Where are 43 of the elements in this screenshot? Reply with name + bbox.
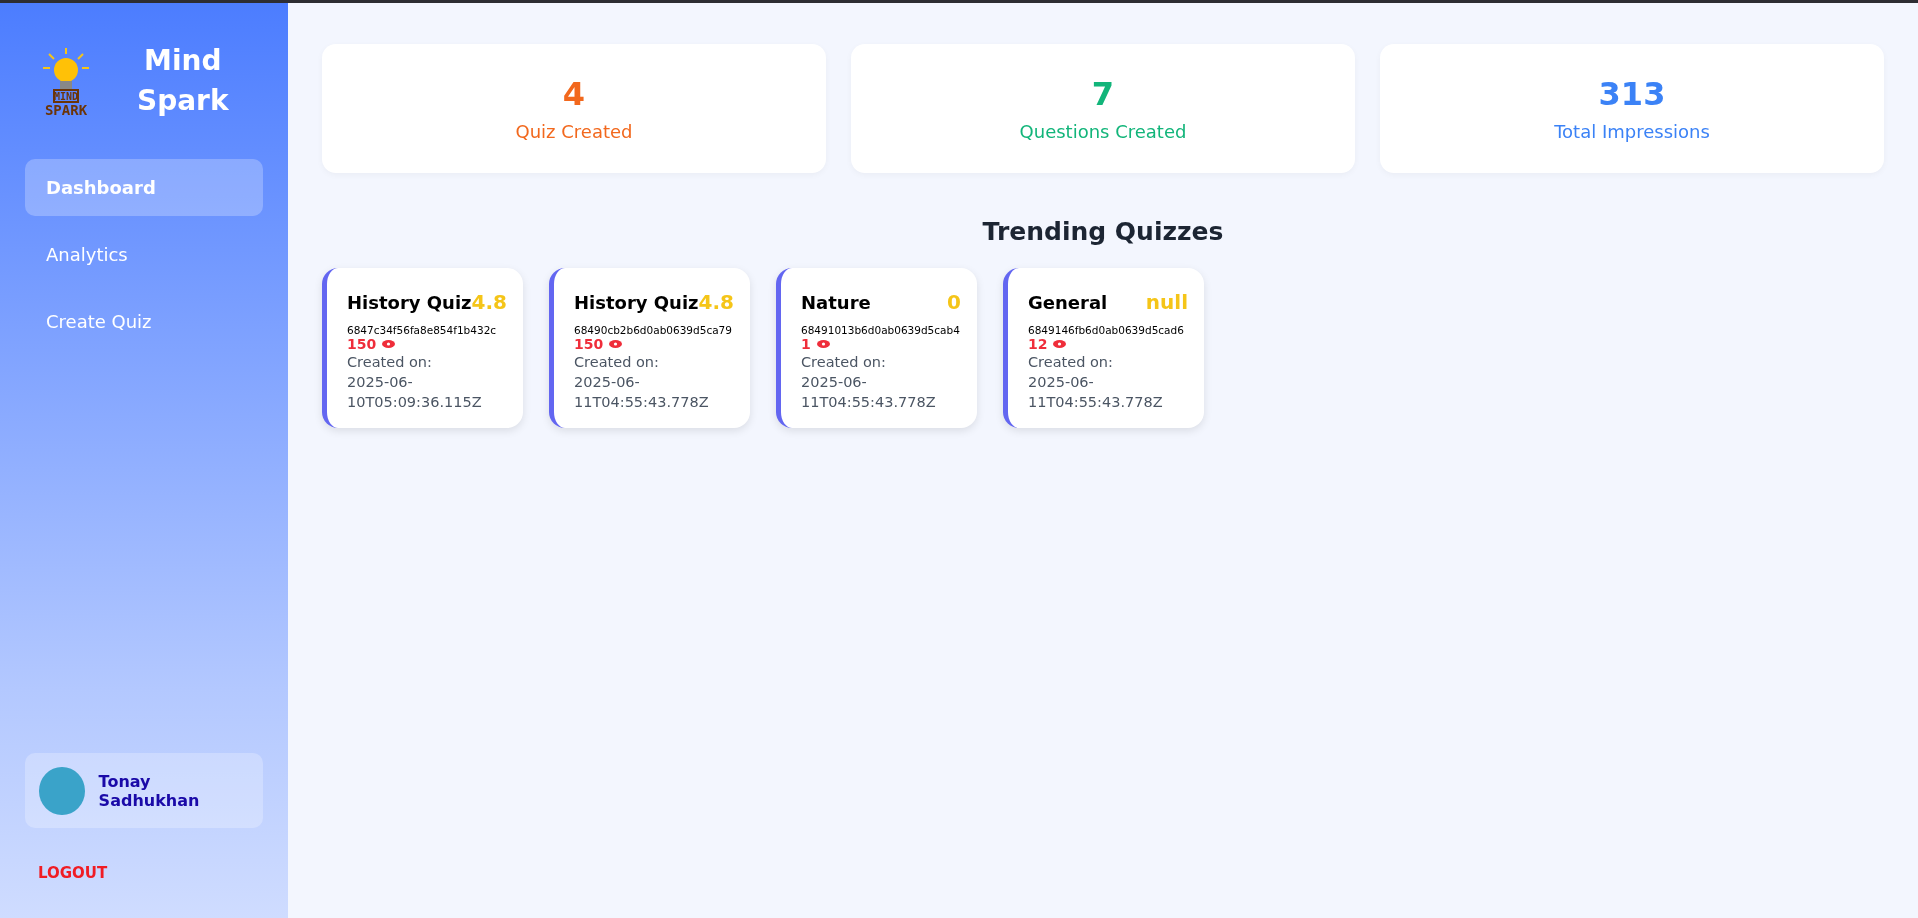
stat-label: Questions Created (1019, 121, 1187, 142)
quiz-name: History Quiz (574, 291, 699, 313)
view-count: 150 (347, 336, 377, 352)
quiz-rating: 4.8 (471, 290, 507, 314)
created-label: Created on: (801, 353, 887, 372)
eye-icon (1053, 340, 1067, 348)
quiz-rating: null (1145, 290, 1188, 314)
quiz-card[interactable]: History Quiz4.8 68490cb2b6d0ab0639d5ca79 150 Created on: 2025-06-11T04:55:43.778Z (549, 268, 750, 428)
quiz-name: History Quiz (347, 291, 472, 313)
stat-value: 4 (562, 75, 586, 113)
eye-icon (382, 340, 396, 348)
created-date: 2025-06-10T05:09:36.115Z (347, 373, 483, 412)
user-name: Tonay Sadhukhan (98, 771, 201, 810)
stat-label: Quiz Created (515, 121, 633, 142)
created-date: 2025-06-11T04:55:43.778Z (574, 373, 710, 412)
created-date: 2025-06-11T04:55:43.778Z (801, 373, 937, 412)
brand-name: Mind Spark (137, 43, 229, 119)
quiz-card[interactable]: General null 6849146fb6d0ab0639d5cad6 12 Created on: 2025-06-11T04:55:43.778Z (1003, 268, 1204, 428)
quiz-name: General (1028, 291, 1108, 313)
quiz-id: 68490cb2b6d0ab0639d5ca79 (574, 324, 733, 336)
eye-icon (816, 340, 830, 348)
quiz-id: 68491013b6d0ab0639d5cab4 (801, 324, 961, 336)
quiz-id: 6849146fb6d0ab0639d5cad6 (1028, 324, 1185, 336)
quiz-rating: 0 (947, 290, 961, 314)
quiz-name: Nature (801, 291, 871, 313)
view-count: 12 (1028, 336, 1048, 352)
created-label: Created on: (1028, 353, 1114, 372)
created-label: Created on: (347, 353, 433, 372)
quiz-card[interactable]: History Quiz4.8 6847c34f56fa8e854f1b432c 150 Created on: 2025-06-10T05:09:36.115Z (322, 268, 523, 428)
stat-value: 313 (1598, 75, 1666, 113)
quiz-rating: 4.8 (698, 290, 734, 314)
stat-value: 7 (1091, 75, 1115, 113)
view-count: 1 (801, 336, 811, 352)
quiz-id: 6847c34f56fa8e854f1b432c (347, 324, 498, 336)
stat-label: Total Impressions (1554, 121, 1710, 142)
section-title: Trending Quizzes (981, 217, 1225, 246)
created-date: 2025-06-11T04:55:43.778Z (1028, 373, 1164, 412)
view-count: 150 (574, 336, 604, 352)
eye-icon (609, 340, 623, 348)
quiz-card[interactable]: Nature 0 68491013b6d0ab0639d5cab4 1 Created on: 2025-06-11T04:55:43.778Z (776, 268, 977, 428)
created-label: Created on: (574, 353, 660, 372)
user-card[interactable]: Tonay Sadhukhan (25, 753, 263, 828)
avatar-placeholder (39, 766, 85, 815)
